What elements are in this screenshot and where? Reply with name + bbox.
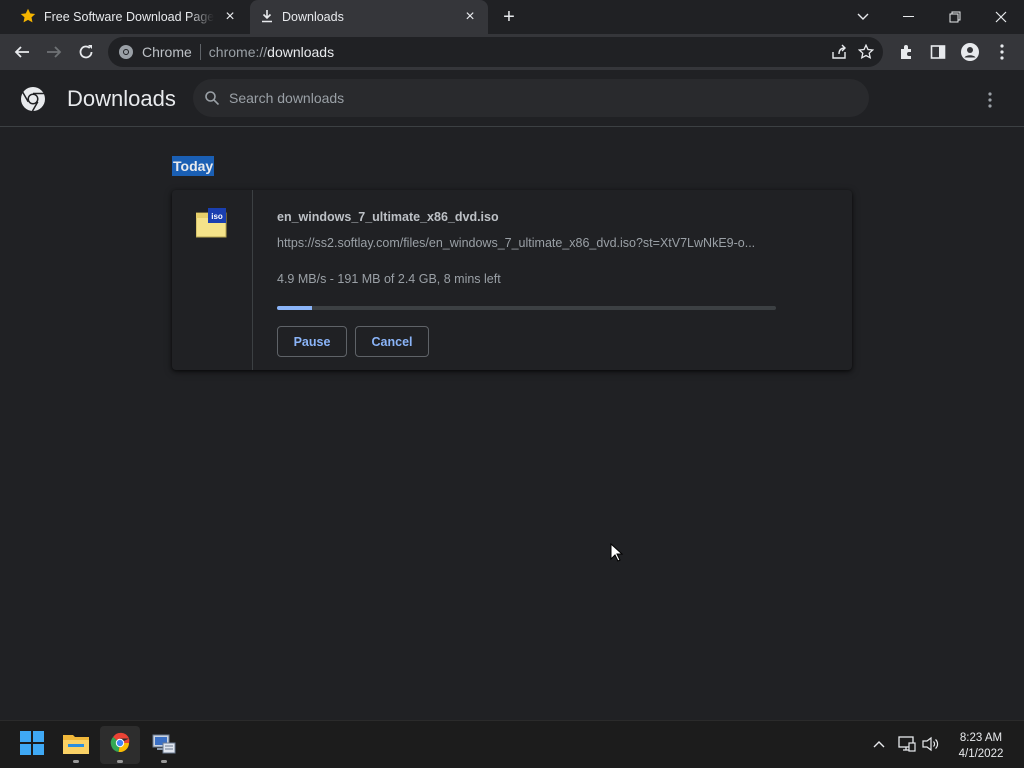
browser-toolbar: Chrome chrome://downloads	[0, 34, 1024, 70]
downloads-more-icon[interactable]	[978, 88, 1002, 112]
side-panel-icon[interactable]	[924, 38, 952, 66]
volume-icon[interactable]	[920, 733, 942, 755]
close-window-button[interactable]	[978, 0, 1024, 34]
taskbar-network-app[interactable]	[144, 726, 184, 764]
download-progress-bar	[277, 306, 776, 310]
date-group-label: Today	[172, 156, 215, 176]
iso-file-icon: iso	[195, 208, 228, 238]
network-app-icon	[151, 731, 177, 760]
chrome-page-icon	[118, 44, 134, 63]
tab-search-icon[interactable]	[840, 0, 886, 34]
bookmark-star-icon[interactable]	[857, 43, 875, 63]
tab-softlay[interactable]: Free Software Download Page - SoftLay ×	[8, 0, 248, 34]
address-bar[interactable]: Chrome chrome://downloads	[108, 37, 883, 67]
download-icon	[260, 9, 274, 26]
chrome-icon	[108, 731, 132, 760]
taskbar-chrome[interactable]	[100, 726, 140, 764]
chrome-menu-icon[interactable]	[988, 38, 1016, 66]
close-tab-icon[interactable]: ×	[222, 9, 238, 25]
network-status-icon[interactable]	[896, 733, 918, 755]
tab-strip: Free Software Download Page - SoftLay × …	[0, 0, 1024, 34]
svg-text:iso: iso	[211, 212, 223, 221]
start-icon	[20, 730, 44, 760]
download-progress-fill	[277, 306, 312, 310]
downloads-header: Downloads	[0, 70, 1024, 127]
url-host: downloads	[267, 44, 335, 60]
chrome-logo-icon	[20, 86, 46, 112]
security-chip-label: Chrome	[142, 44, 192, 60]
mouse-cursor-icon	[610, 542, 624, 563]
omnibox-separator	[199, 44, 201, 60]
star-icon	[20, 8, 36, 27]
search-downloads-box[interactable]	[193, 79, 869, 117]
profile-icon[interactable]	[956, 38, 984, 66]
tab-title: Downloads	[282, 10, 344, 24]
tab-downloads[interactable]: Downloads ×	[250, 0, 488, 34]
clock-date: 4/1/2022	[958, 748, 1004, 760]
file-explorer-icon	[63, 732, 89, 759]
extensions-icon[interactable]	[892, 38, 920, 66]
download-url[interactable]: https://ss2.softlay.com/files/en_windows…	[277, 236, 777, 250]
running-indicator	[161, 760, 167, 763]
system-clock[interactable]: 8:23 AM 4/1/2022	[950, 730, 1012, 762]
page-title: Downloads	[67, 86, 176, 111]
tab-title: Free Software Download Page - SoftLay	[44, 10, 214, 24]
pause-button[interactable]: Pause	[277, 326, 347, 357]
clock-time: 8:23 AM	[959, 732, 1003, 744]
start-button[interactable]	[12, 726, 52, 764]
running-indicator	[117, 760, 123, 763]
forward-button[interactable]	[40, 38, 68, 66]
back-button[interactable]	[8, 38, 36, 66]
cancel-button[interactable]: Cancel	[355, 326, 429, 357]
download-status: 4.9 MB/s - 191 MB of 2.4 GB, 8 mins left	[277, 272, 501, 286]
restore-button[interactable]	[932, 0, 978, 34]
reload-button[interactable]	[72, 38, 100, 66]
download-filename[interactable]: en_windows_7_ultimate_x86_dvd.iso	[277, 210, 499, 224]
running-indicator	[73, 760, 79, 763]
url-scheme: chrome://	[208, 44, 268, 60]
windows-taskbar: 8:23 AM 4/1/2022	[0, 720, 1024, 768]
download-item-card: iso en_windows_7_ultimate_x86_dvd.iso ht…	[172, 190, 852, 370]
card-divider	[252, 190, 253, 370]
taskbar-file-explorer[interactable]	[56, 726, 96, 764]
search-icon	[205, 91, 219, 105]
new-tab-button[interactable]: +	[498, 6, 520, 28]
minimize-button[interactable]	[886, 0, 932, 34]
search-input[interactable]	[229, 90, 829, 106]
share-icon[interactable]	[831, 44, 847, 63]
close-tab-icon[interactable]: ×	[462, 9, 478, 25]
tray-overflow-icon[interactable]	[868, 733, 890, 755]
